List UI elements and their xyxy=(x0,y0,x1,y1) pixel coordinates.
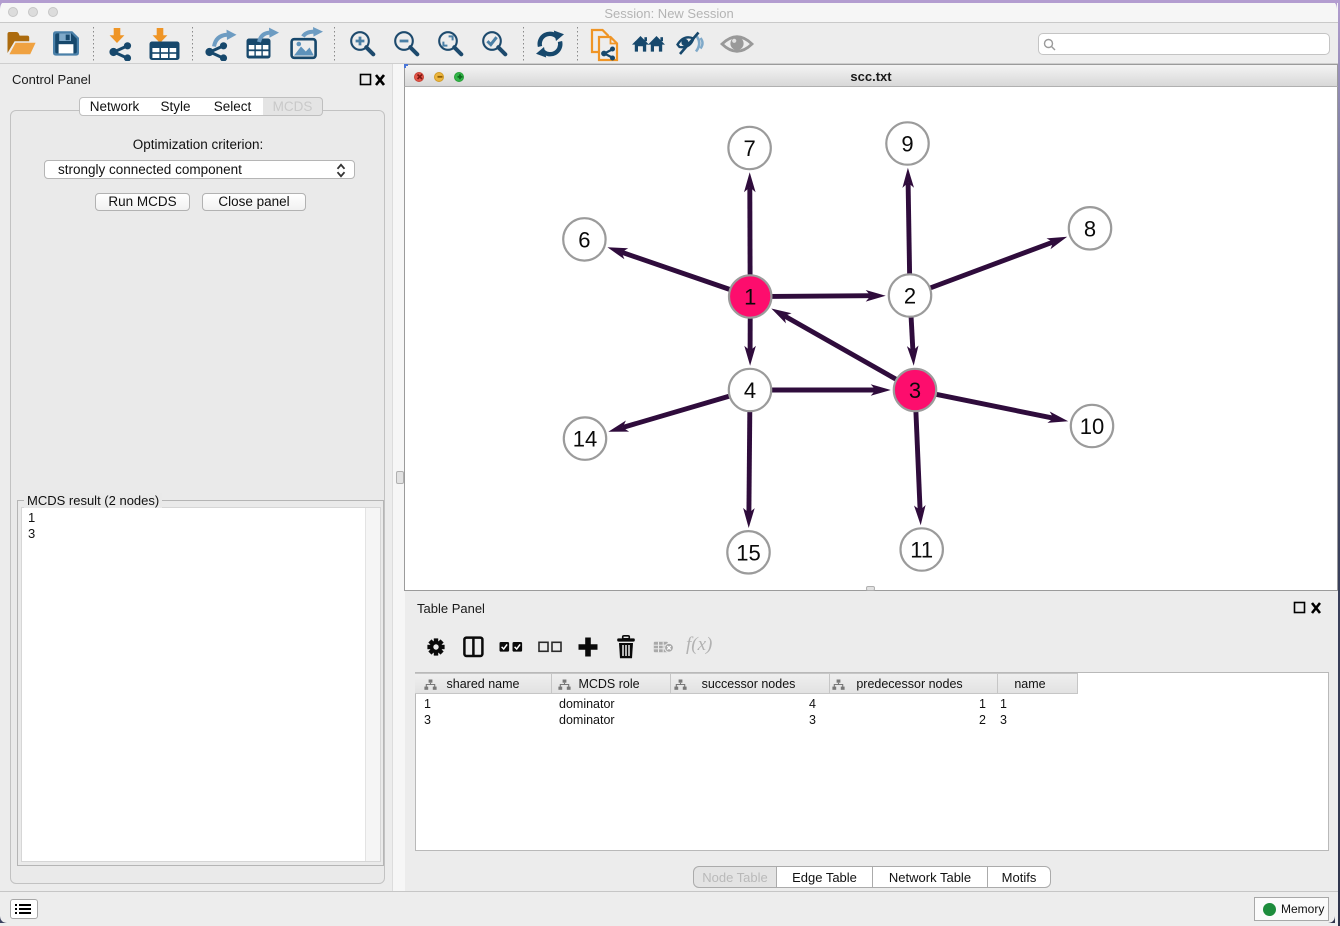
svg-text:14: 14 xyxy=(573,427,597,452)
svg-text:7: 7 xyxy=(743,136,755,161)
svg-text:9: 9 xyxy=(901,132,913,157)
svg-text:3: 3 xyxy=(909,378,921,403)
svg-text:8: 8 xyxy=(1084,216,1096,241)
svg-text:11: 11 xyxy=(910,538,933,563)
svg-text:1: 1 xyxy=(744,285,756,310)
svg-text:6: 6 xyxy=(578,227,590,252)
svg-text:2: 2 xyxy=(904,284,916,309)
svg-text:4: 4 xyxy=(744,378,756,403)
svg-text:10: 10 xyxy=(1080,414,1104,439)
svg-text:15: 15 xyxy=(736,540,760,565)
